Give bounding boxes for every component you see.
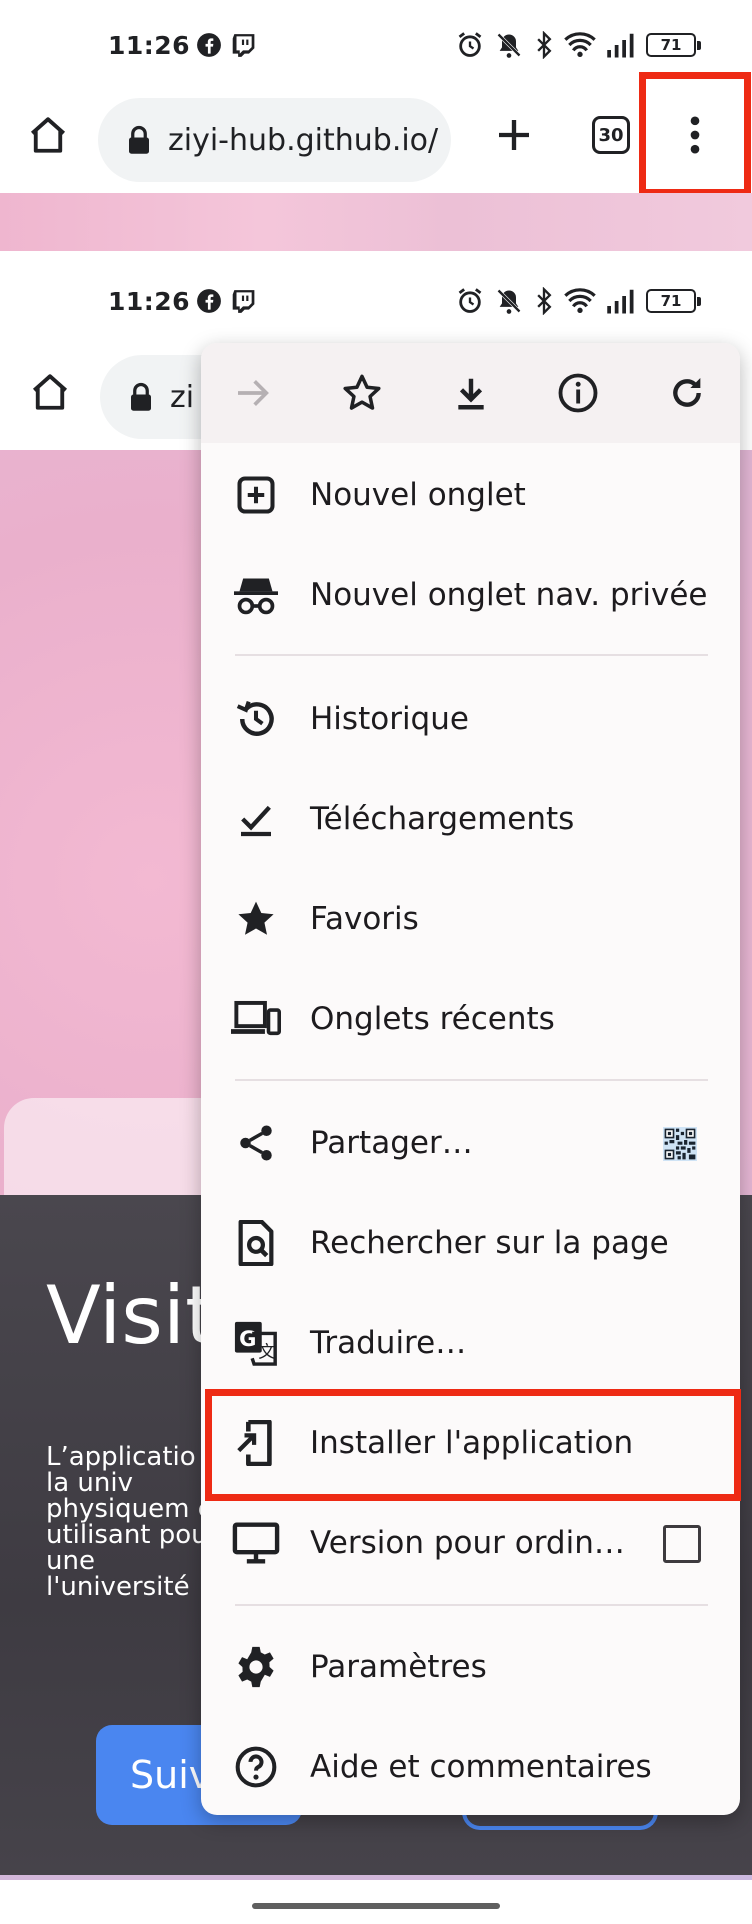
menu-action-row bbox=[201, 343, 740, 443]
menu-item-new-tab[interactable]: Nouvel onglet bbox=[201, 445, 740, 545]
signal-icon bbox=[607, 33, 634, 58]
battery-indicator: 71 bbox=[646, 33, 701, 57]
mute-icon bbox=[497, 289, 521, 314]
svg-text:G: G bbox=[239, 1326, 256, 1351]
battery-indicator-second: 71 bbox=[646, 289, 701, 313]
menu-item-incognito-tab[interactable]: Nouvel onglet nav. privée bbox=[201, 545, 740, 645]
url-text-second: zi bbox=[170, 379, 195, 415]
menu-item-translate[interactable]: G文 Traduire… bbox=[201, 1293, 740, 1393]
new-tab-button[interactable] bbox=[488, 102, 540, 168]
status-time: 11:26 bbox=[108, 30, 191, 60]
menu-item-desktop-site[interactable]: Version pour ordin… bbox=[201, 1493, 740, 1593]
menu-item-bookmarks[interactable]: Favoris bbox=[201, 869, 740, 969]
menu-item-label: Version pour ordin… bbox=[310, 1525, 625, 1561]
home-icon bbox=[30, 117, 66, 153]
page-info-button[interactable] bbox=[548, 343, 608, 443]
menu-item-label: Traduire… bbox=[310, 1325, 467, 1361]
status-time-second: 11:26 bbox=[108, 286, 191, 316]
bluetooth-icon bbox=[537, 287, 552, 315]
star-outline-icon bbox=[343, 374, 381, 410]
incognito-icon bbox=[231, 570, 281, 620]
wifi-icon bbox=[564, 288, 596, 313]
wifi-icon bbox=[564, 32, 596, 57]
svg-text:文: 文 bbox=[258, 1342, 275, 1362]
bookmark-button[interactable] bbox=[332, 343, 392, 443]
desktop-icon bbox=[231, 1518, 281, 1568]
status-app-icons-second bbox=[196, 288, 256, 314]
find-in-page-icon bbox=[231, 1218, 281, 1268]
facebook-icon bbox=[197, 289, 221, 313]
gesture-nav-bar bbox=[0, 1880, 752, 1924]
overflow-menu: Nouvel onglet Nouvel onglet nav. privée … bbox=[201, 343, 740, 1815]
reload-button[interactable] bbox=[657, 343, 717, 443]
download-icon bbox=[458, 378, 484, 410]
menu-item-label: Paramètres bbox=[310, 1649, 487, 1685]
home-button-second[interactable] bbox=[22, 359, 78, 425]
signal-icon bbox=[607, 289, 634, 314]
desktop-site-checkbox[interactable] bbox=[663, 1525, 701, 1563]
status-app-icons bbox=[196, 32, 256, 58]
status-right-icons: 71 bbox=[456, 31, 701, 59]
menu-item-label: Partager… bbox=[310, 1125, 473, 1161]
history-icon bbox=[231, 694, 281, 744]
menu-item-find-in-page[interactable]: Rechercher sur la page bbox=[201, 1193, 740, 1293]
home-icon bbox=[32, 374, 68, 410]
home-button[interactable] bbox=[20, 102, 76, 168]
menu-item-label: Historique bbox=[310, 701, 469, 737]
menu-item-share[interactable]: Partager… bbox=[201, 1093, 740, 1193]
forward-button[interactable] bbox=[223, 343, 283, 443]
menu-item-label: Aide et commentaires bbox=[310, 1749, 652, 1785]
highlight-overflow-menu bbox=[639, 72, 751, 196]
menu-item-label: Favoris bbox=[310, 901, 419, 937]
menu-item-downloads[interactable]: Téléchargements bbox=[201, 769, 740, 869]
menu-item-label: Rechercher sur la page bbox=[310, 1225, 669, 1261]
menu-item-history[interactable]: Historique bbox=[201, 669, 740, 769]
mute-icon bbox=[497, 33, 521, 58]
twitch-icon bbox=[232, 34, 255, 57]
menu-item-recent-tabs[interactable]: Onglets récents bbox=[201, 969, 740, 1069]
star-icon bbox=[231, 894, 281, 944]
settings-icon bbox=[231, 1642, 281, 1692]
status-bar-second: 11:26 71 bbox=[0, 261, 752, 341]
lock-icon bbox=[129, 125, 149, 154]
new-tab-icon bbox=[231, 470, 281, 520]
translate-icon: G文 bbox=[231, 1318, 281, 1368]
alarm-icon bbox=[458, 288, 482, 313]
menu-divider bbox=[235, 1604, 708, 1606]
facebook-icon bbox=[197, 33, 221, 57]
downloads-icon bbox=[231, 794, 281, 844]
alarm-icon bbox=[458, 32, 482, 57]
bluetooth-icon bbox=[537, 31, 552, 59]
download-page-button[interactable] bbox=[441, 343, 501, 443]
home-gesture-handle[interactable] bbox=[252, 1903, 500, 1909]
menu-divider bbox=[235, 1079, 708, 1081]
omnibox[interactable]: ziyi-hub.github.io/ bbox=[98, 98, 451, 182]
menu-item-settings[interactable]: Paramètres bbox=[201, 1617, 740, 1717]
menu-divider bbox=[235, 654, 708, 656]
share-icon bbox=[231, 1118, 281, 1168]
status-right-icons-second: 71 bbox=[456, 287, 701, 315]
highlight-install-app bbox=[205, 1389, 741, 1501]
refresh-icon bbox=[673, 378, 701, 407]
menu-item-label: Téléchargements bbox=[310, 801, 575, 837]
devices-icon bbox=[231, 994, 281, 1044]
twitch-icon bbox=[232, 290, 255, 313]
help-icon bbox=[231, 1742, 281, 1792]
menu-item-label: Nouvel onglet bbox=[310, 477, 526, 513]
qr-code-icon[interactable] bbox=[663, 1127, 697, 1161]
menu-item-label: Nouvel onglet nav. privée bbox=[310, 577, 708, 613]
info-icon bbox=[558, 373, 598, 413]
forward-arrow-icon bbox=[238, 380, 269, 406]
plus-icon bbox=[499, 120, 529, 150]
menu-item-label: Onglets récents bbox=[310, 1001, 555, 1037]
tab-switcher-button[interactable]: 30 bbox=[586, 102, 636, 168]
lock-icon bbox=[131, 382, 151, 411]
menu-item-help[interactable]: Aide et commentaires bbox=[201, 1717, 740, 1815]
url-text: ziyi-hub.github.io/ bbox=[168, 122, 439, 158]
page-preview-strip bbox=[0, 193, 752, 251]
tab-count: 30 bbox=[592, 116, 630, 154]
